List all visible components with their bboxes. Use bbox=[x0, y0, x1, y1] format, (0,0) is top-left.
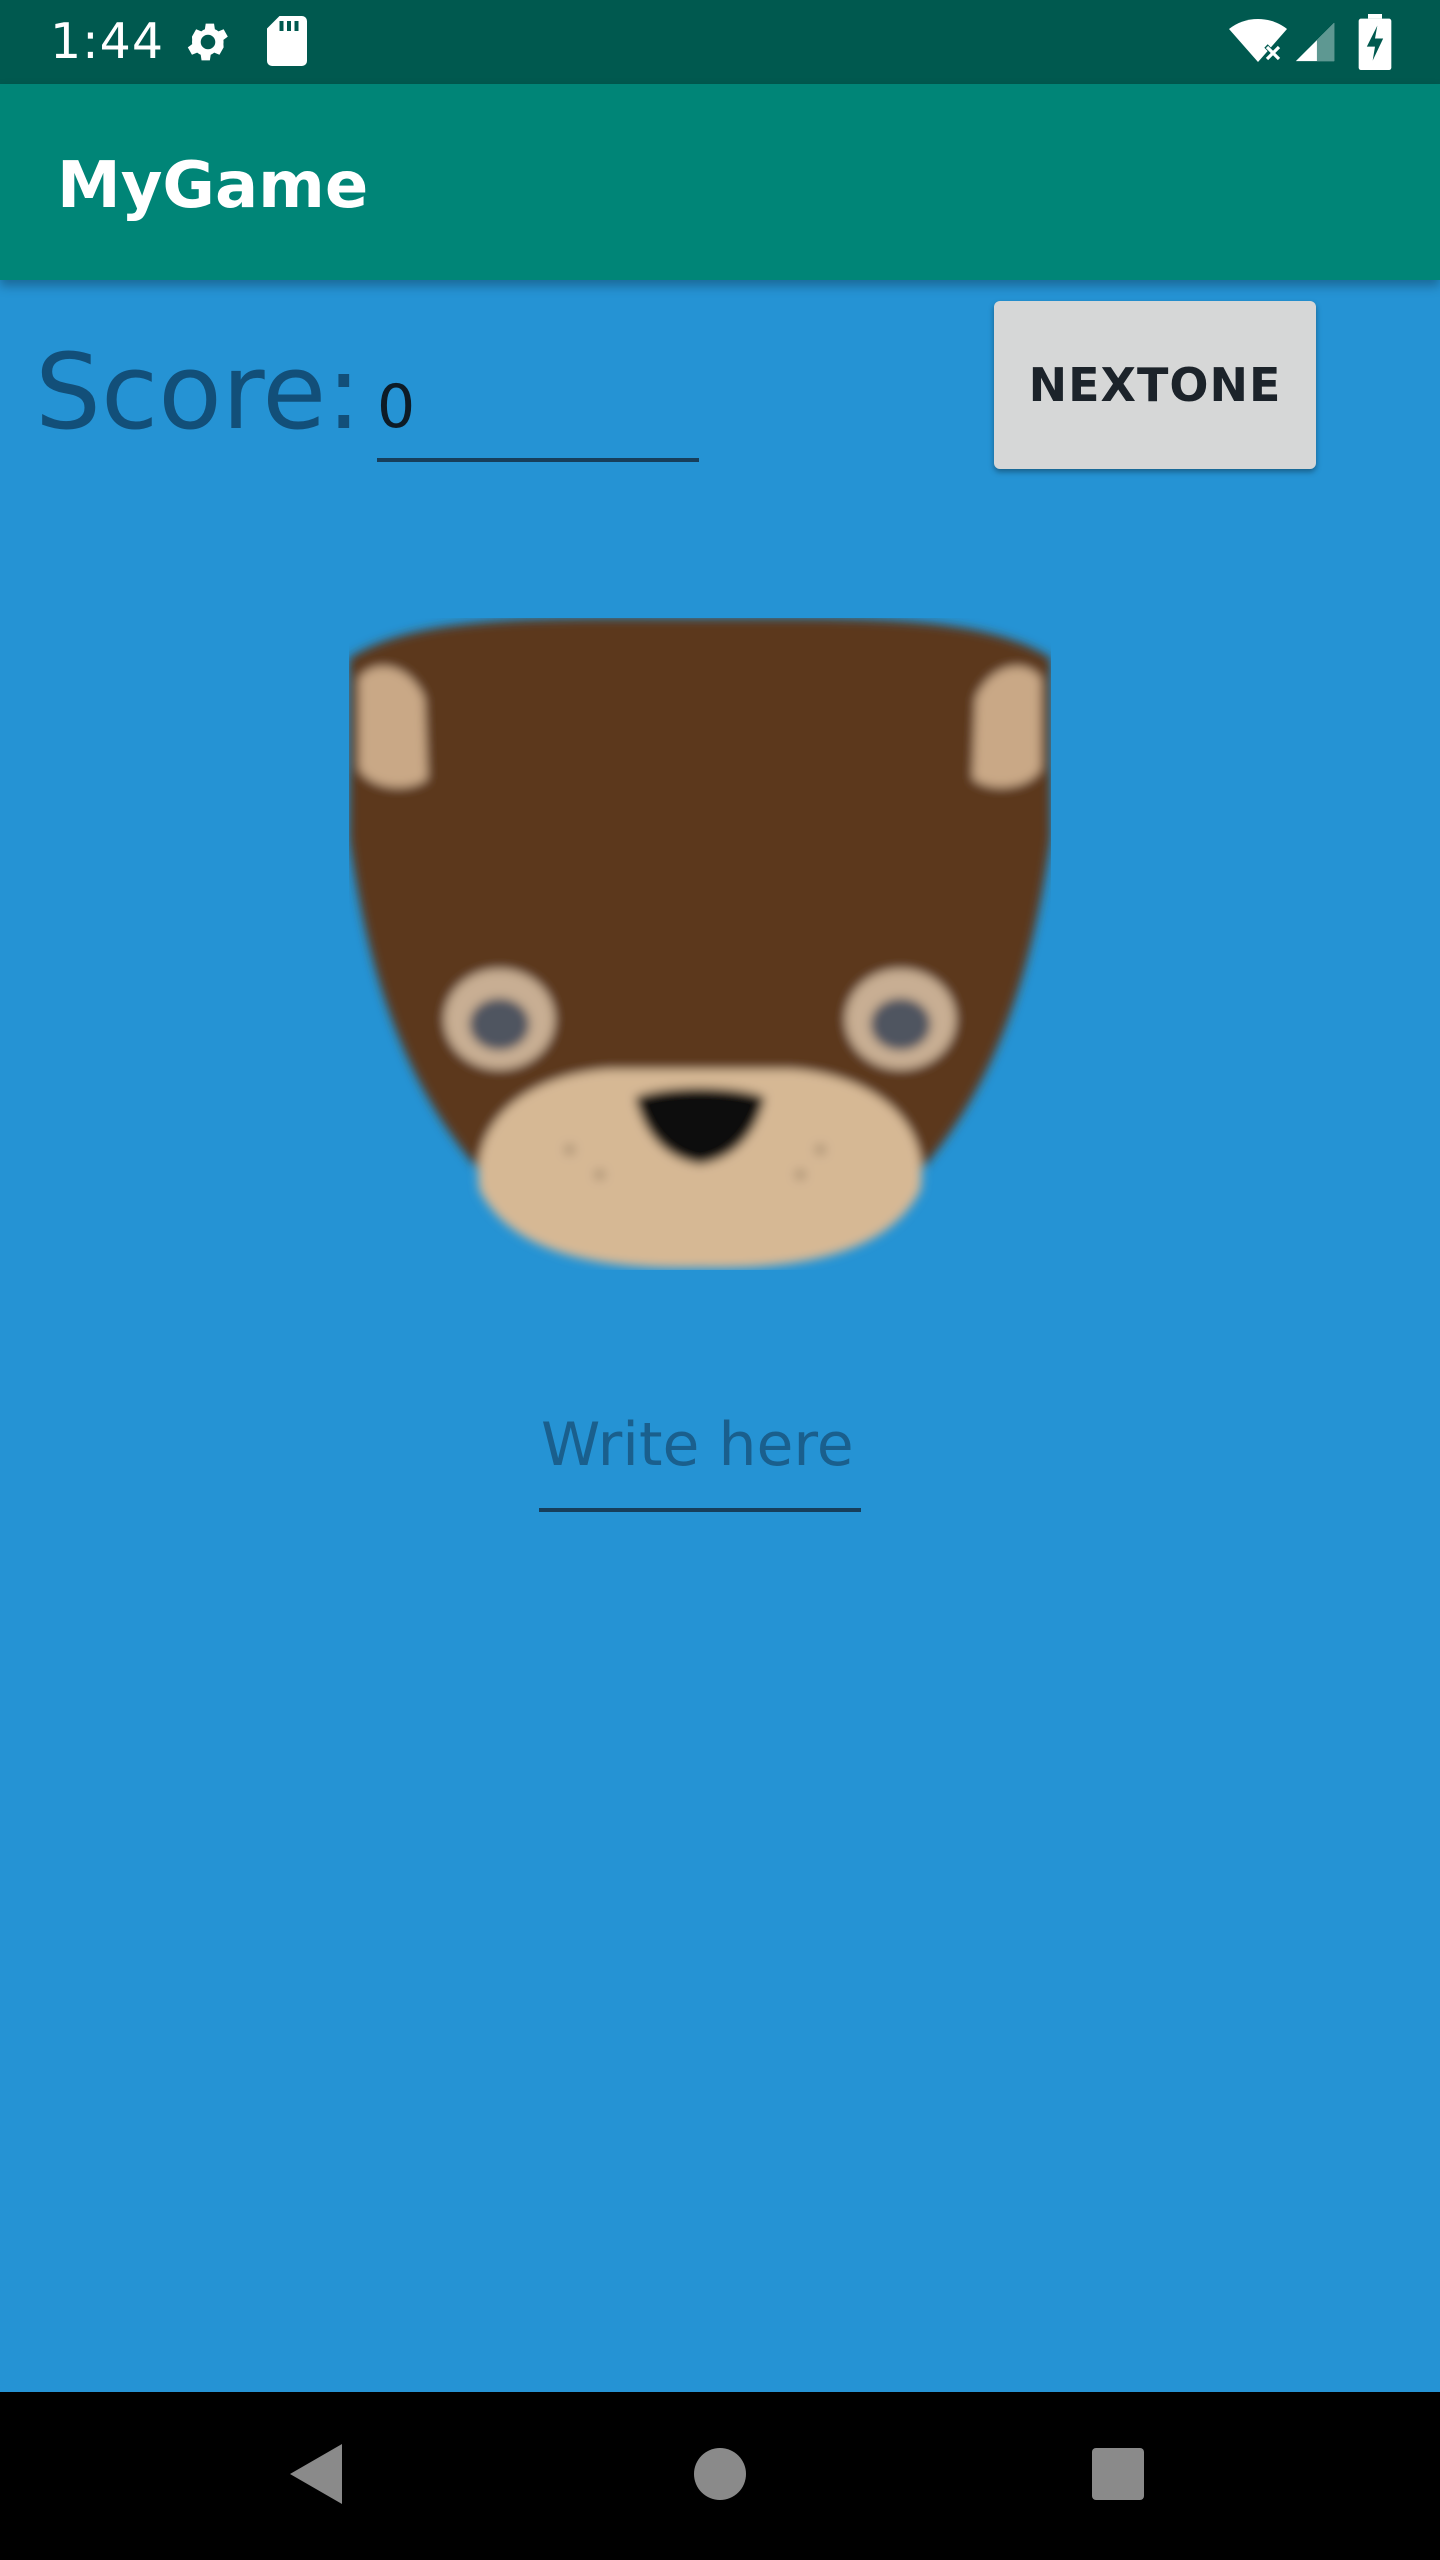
back-icon[interactable] bbox=[290, 2443, 346, 2505]
app-bar: MyGame bbox=[0, 84, 1440, 280]
sd-card-icon bbox=[267, 16, 307, 66]
wifi-icon bbox=[1229, 19, 1287, 62]
status-time: 1:44 bbox=[50, 13, 165, 70]
status-bar: 1:44 bbox=[0, 0, 1440, 84]
gear-icon bbox=[187, 23, 228, 61]
app-screen: 1:44 MyGame Score: NEXTONE bbox=[0, 0, 1440, 2560]
app-title: MyGame bbox=[57, 149, 369, 223]
recents-icon[interactable] bbox=[1092, 2448, 1144, 2500]
battery-charging-icon bbox=[1358, 14, 1392, 70]
next-button[interactable]: NEXTONE bbox=[994, 301, 1316, 469]
home-icon[interactable] bbox=[694, 2448, 746, 2500]
score-label: Score: bbox=[35, 331, 362, 453]
answer-input[interactable] bbox=[539, 1388, 861, 1512]
score-field[interactable] bbox=[377, 360, 699, 462]
otter-face-icon bbox=[349, 618, 1051, 1269]
signal-icon bbox=[1295, 22, 1335, 62]
